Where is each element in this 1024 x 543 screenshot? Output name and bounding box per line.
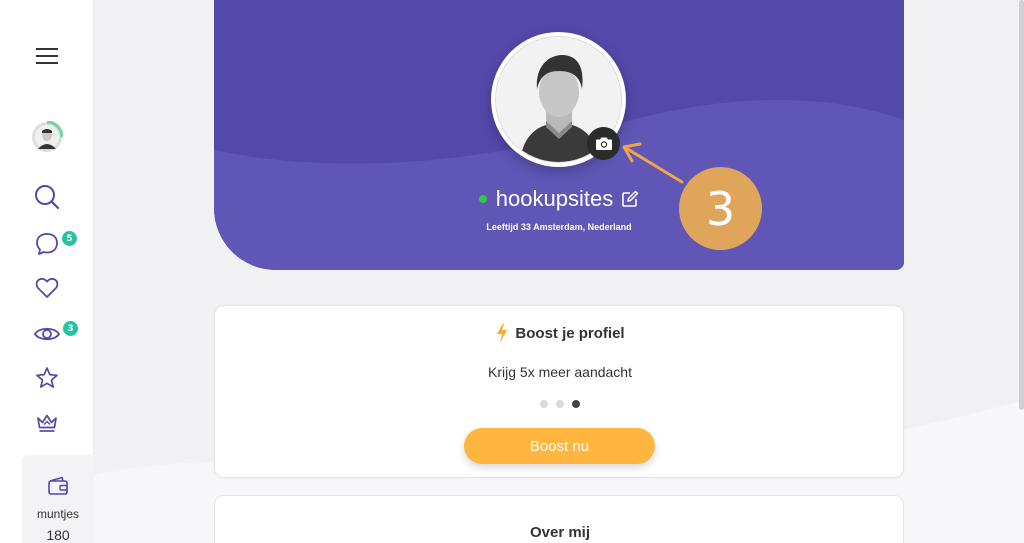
boost-button[interactable]: Boost nu xyxy=(464,428,655,464)
profile-info-line: Leeftijd 33 Amsterdam, Nederland xyxy=(486,222,632,232)
visitors-badge: 3 xyxy=(63,321,78,336)
search-icon xyxy=(35,185,60,210)
sidebar-item-messages[interactable]: 5 xyxy=(0,230,94,258)
boost-card: Boost je profiel Krijg 5x meer aandacht … xyxy=(214,305,904,478)
profile-header: hookupsites Leeftijd 33 Amsterdam, Neder… xyxy=(214,0,904,270)
sidebar-item-likes[interactable] xyxy=(0,275,94,301)
star-icon xyxy=(36,367,58,388)
about-title: Over mij xyxy=(529,524,591,541)
lightning-icon xyxy=(497,323,508,343)
profile-username: hookupsites xyxy=(495,186,614,211)
sidebar-item-search[interactable] xyxy=(0,183,94,211)
carousel-dot[interactable] xyxy=(556,400,564,408)
boost-title: Boost je profiel xyxy=(515,324,625,342)
chat-icon xyxy=(36,233,58,255)
wallet-icon xyxy=(48,476,68,495)
wallet-label: muntjes xyxy=(36,507,80,521)
wallet[interactable]: muntjes 180 xyxy=(22,455,94,543)
online-status-dot xyxy=(478,195,487,203)
page-scrollbar[interactable] xyxy=(1019,0,1024,410)
user-avatar-icon xyxy=(32,121,63,152)
sidebar-item-favorites[interactable] xyxy=(0,365,94,391)
messages-badge: 5 xyxy=(62,231,77,246)
eye-icon xyxy=(33,327,61,341)
crown-icon xyxy=(37,414,57,432)
annotation-arrow xyxy=(622,142,684,184)
annotation-step-number: 3 xyxy=(679,167,762,250)
carousel-dot[interactable] xyxy=(540,400,548,408)
menu-button[interactable] xyxy=(0,40,94,72)
edit-profile-button[interactable] xyxy=(621,190,639,208)
sidebar-item-premium[interactable] xyxy=(0,410,94,436)
sidebar: 5 3 muntjes 180 xyxy=(0,0,94,543)
boost-subtitle: Krijg 5x meer aandacht xyxy=(488,364,632,380)
menu-icon xyxy=(36,48,58,64)
edit-icon xyxy=(622,190,639,207)
carousel-dots xyxy=(215,400,905,408)
wallet-value: 180 xyxy=(46,527,70,543)
about-card: Over mij xyxy=(214,495,904,543)
sidebar-item-profile[interactable] xyxy=(0,121,94,153)
carousel-dot-active[interactable] xyxy=(572,400,580,408)
heart-icon xyxy=(35,277,59,298)
sidebar-item-visitors[interactable]: 3 xyxy=(0,320,94,348)
